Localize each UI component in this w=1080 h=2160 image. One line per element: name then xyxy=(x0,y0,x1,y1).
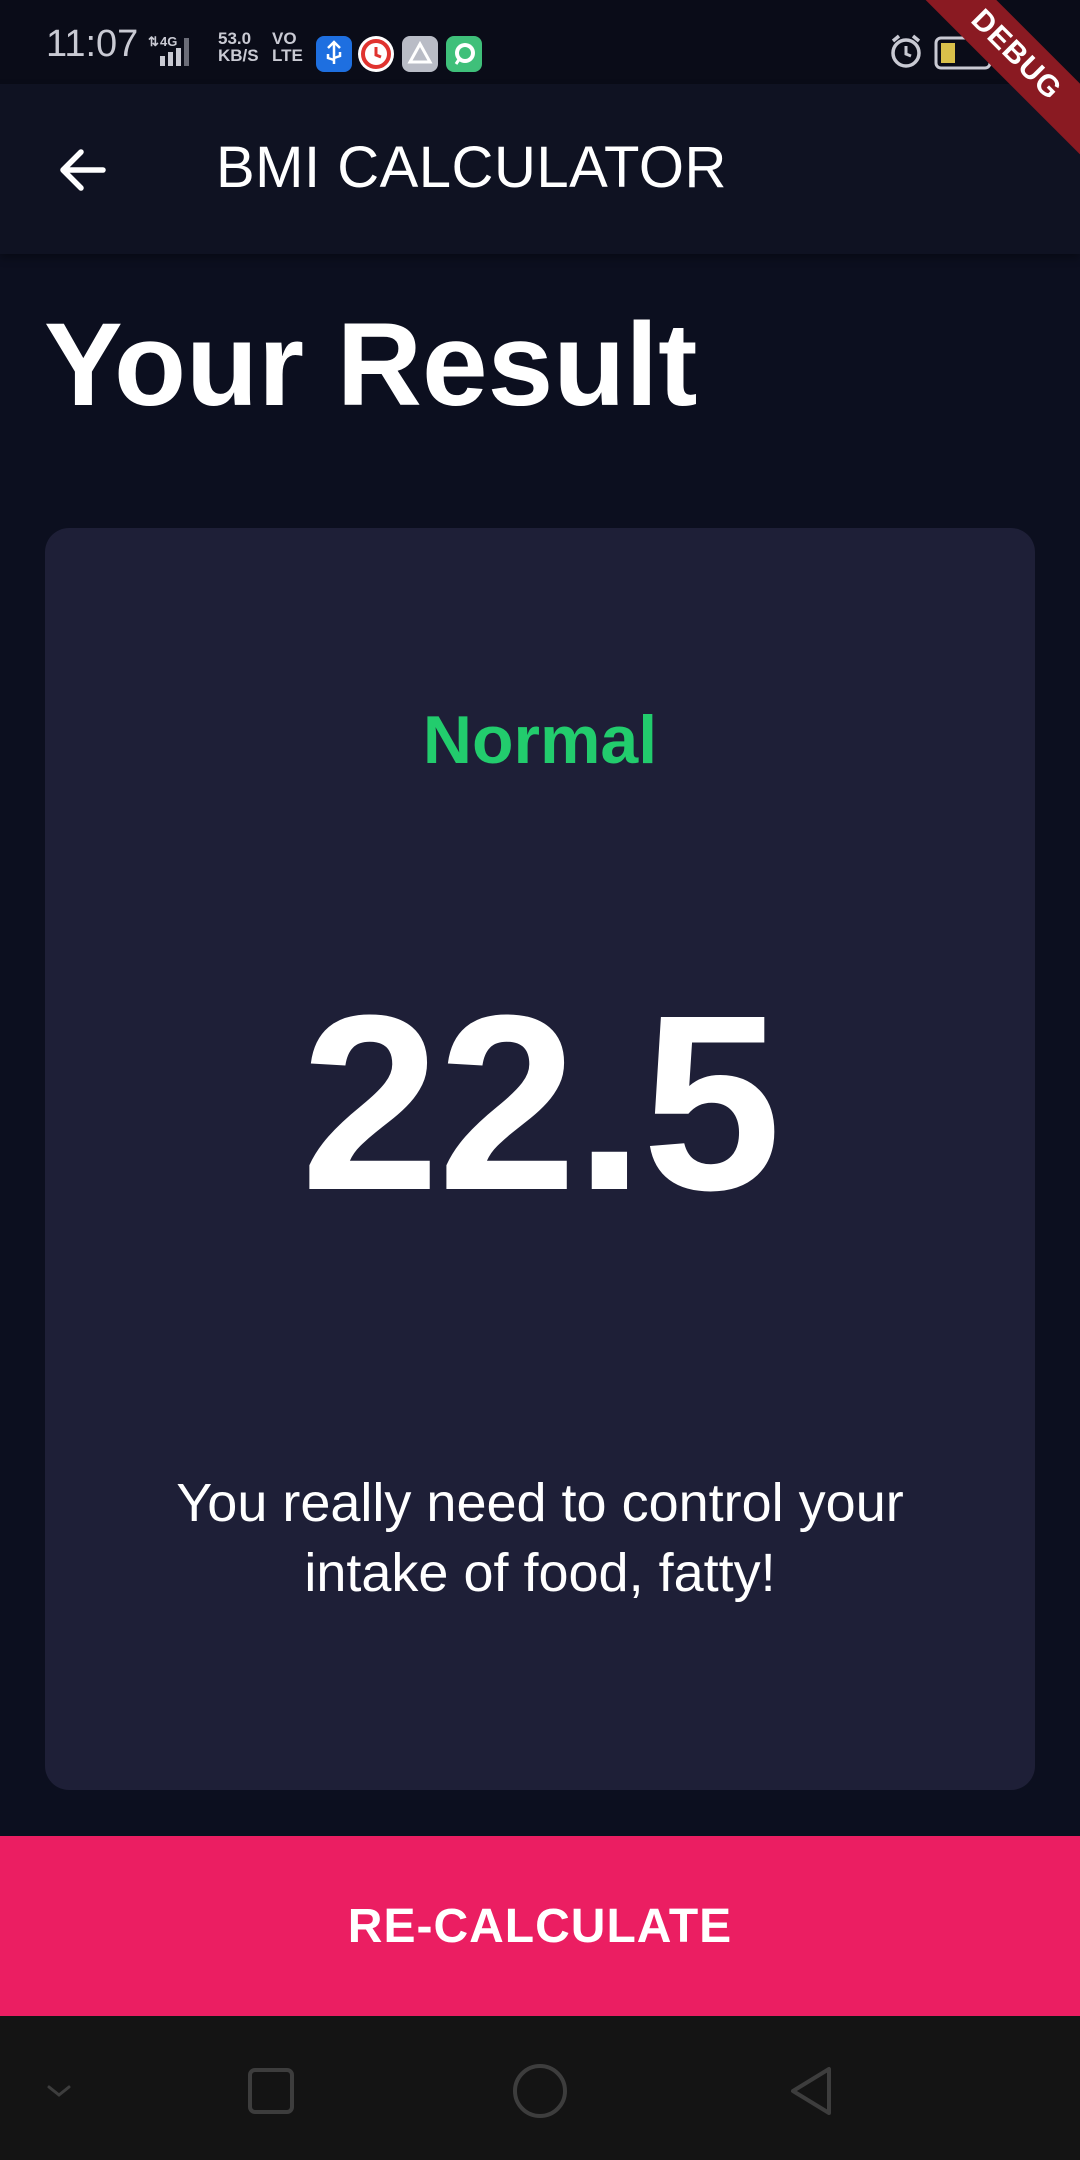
speed-value: 53.0 xyxy=(218,29,252,48)
home-icon xyxy=(513,2064,567,2118)
home-button[interactable] xyxy=(495,2046,585,2136)
status-bar: 11:07 ⇅ 4G 53.0 KB/S VO LTE DEBUG xyxy=(0,0,1080,165)
volte-indicator: VO LTE xyxy=(272,30,303,64)
recents-icon xyxy=(248,2068,294,2114)
app-title: BMI CALCULATOR xyxy=(216,135,727,200)
back-button[interactable] xyxy=(38,130,128,210)
volte-bottom: LTE xyxy=(272,46,303,65)
page-title: Your Result xyxy=(44,299,698,431)
result-card: Normal 22.5 You really need to control y… xyxy=(45,528,1035,1790)
drive-icon xyxy=(402,36,438,72)
screen: 11:07 ⇅ 4G 53.0 KB/S VO LTE DEBUG BMI CA… xyxy=(0,0,1080,2160)
result-category: Normal xyxy=(422,702,658,778)
chat-app-icon xyxy=(446,36,482,72)
hide-nav-button[interactable] xyxy=(14,2046,104,2136)
navigation-bar xyxy=(0,2016,1080,2160)
bmi-value: 22.5 xyxy=(300,963,782,1242)
status-time: 11:07 xyxy=(46,23,139,65)
volte-top: VO xyxy=(272,29,297,48)
network-type-label: 4G xyxy=(160,34,177,49)
alarm-icon xyxy=(891,34,921,68)
speed-unit: KB/S xyxy=(218,46,259,65)
app-bar: BMI CALCULATOR xyxy=(0,84,1080,254)
arrow-back-icon xyxy=(60,149,106,191)
result-message: You really need to control your intake o… xyxy=(176,1473,904,1603)
back-nav-icon xyxy=(791,2067,831,2115)
hide-nav-icon xyxy=(47,2085,71,2097)
network-speed: 53.0 KB/S xyxy=(218,30,259,64)
usb-icon xyxy=(316,36,352,72)
svg-text:⇅: ⇅ xyxy=(148,34,159,49)
signal-icon: ⇅ 4G xyxy=(148,32,208,68)
recents-button[interactable] xyxy=(226,2046,316,2136)
clock-app-icon xyxy=(358,36,394,72)
recalculate-button[interactable]: RE-CALCULATE xyxy=(0,1836,1080,2016)
back-nav-button[interactable] xyxy=(766,2046,856,2136)
